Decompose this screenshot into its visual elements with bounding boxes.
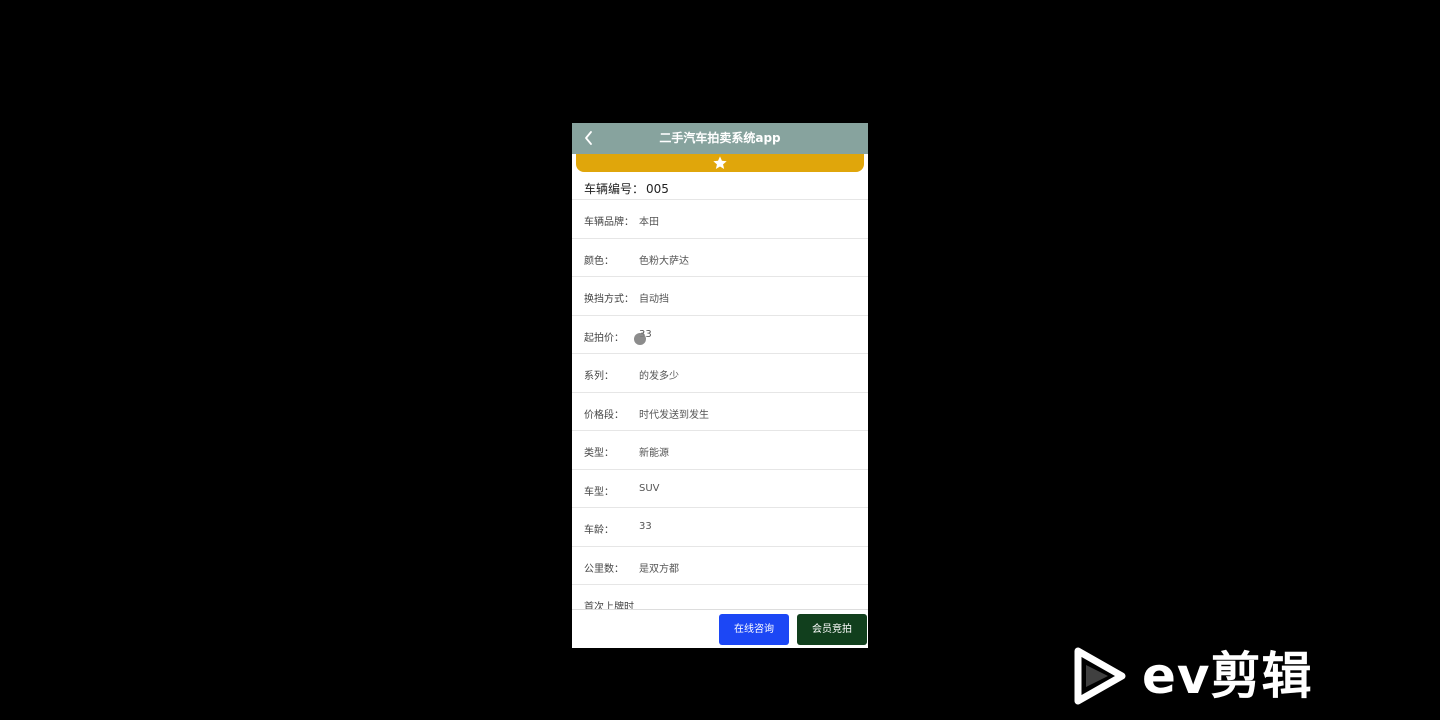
detail-label: 车龄： <box>584 525 614 536</box>
detail-row-type: 类型： 新能源 <box>572 431 868 470</box>
play-triangle-icon <box>1074 647 1126 705</box>
detail-label: 系列： <box>584 371 614 382</box>
detail-value: 是双方都 <box>639 563 679 575</box>
detail-row-series: 系列： 的发多少 <box>572 354 868 393</box>
detail-row-color: 颜色： 色粉大萨达 <box>572 239 868 277</box>
detail-label: 车型： <box>584 486 614 498</box>
detail-row-transmission: 换挡方式： 自动挡 <box>572 277 868 316</box>
bottom-action-bar: 在线咨询 会员竞拍 <box>572 609 868 648</box>
detail-list: 车辆品牌： 本田 颜色： 色粉大萨达 换挡方式： 自动挡 起拍价： 33 系列：… <box>572 200 868 624</box>
page-title: 二手汽车拍卖系统app <box>659 131 781 145</box>
vehicle-number-label: 车辆编号 <box>584 182 633 196</box>
detail-row-mileage: 公里数： 是双方都 <box>572 547 868 585</box>
detail-value: 的发多少 <box>639 371 679 382</box>
detail-value: 33 <box>639 521 652 532</box>
detail-value: 时代发送到发生 <box>639 409 709 421</box>
vehicle-number-separator: ： <box>632 182 645 196</box>
detail-row-price-range: 价格段： 时代发送到发生 <box>572 393 868 431</box>
detail-value: 本田 <box>639 217 659 228</box>
detail-label: 换挡方式： <box>584 294 634 305</box>
detail-value: 色粉大萨达 <box>639 255 689 267</box>
detail-label: 公里数： <box>584 563 624 575</box>
vehicle-number-value: 005 <box>646 182 669 196</box>
detail-row-starting-price: 起拍价： 33 <box>572 316 868 354</box>
vehicle-number: 车辆编号： 005 <box>584 180 669 197</box>
favorite-button[interactable] <box>576 154 864 172</box>
detail-row-model: 车型： SUV <box>572 470 868 508</box>
online-consult-button[interactable]: 在线咨询 <box>719 614 789 645</box>
detail-row-age: 车龄： 33 <box>572 508 868 547</box>
detail-value: SUV <box>639 482 660 494</box>
detail-label: 车辆品牌： <box>584 217 634 228</box>
mouse-cursor <box>634 333 646 345</box>
watermark-text: ev剪辑 <box>1142 647 1313 705</box>
app-header: 二手汽车拍卖系统app <box>572 123 868 154</box>
star-icon <box>713 156 727 169</box>
detail-value: 自动挡 <box>639 294 669 305</box>
detail-label: 起拍价： <box>584 332 624 344</box>
phone-app-frame: 二手汽车拍卖系统app 车辆编号： 005 车辆品牌： 本田 颜色： 色粉大萨达 … <box>572 123 868 648</box>
detail-row-brand: 车辆品牌： 本田 <box>572 200 868 239</box>
detail-label: 类型： <box>584 448 614 459</box>
detail-label: 价格段： <box>584 409 624 421</box>
member-bid-button[interactable]: 会员竞拍 <box>797 614 867 645</box>
detail-value: 新能源 <box>639 448 669 459</box>
detail-label: 颜色： <box>584 255 614 267</box>
watermark: ev剪辑 <box>1070 645 1340 707</box>
screen: 二手汽车拍卖系统app 车辆编号： 005 车辆品牌： 本田 颜色： 色粉大萨达 … <box>0 0 1440 720</box>
